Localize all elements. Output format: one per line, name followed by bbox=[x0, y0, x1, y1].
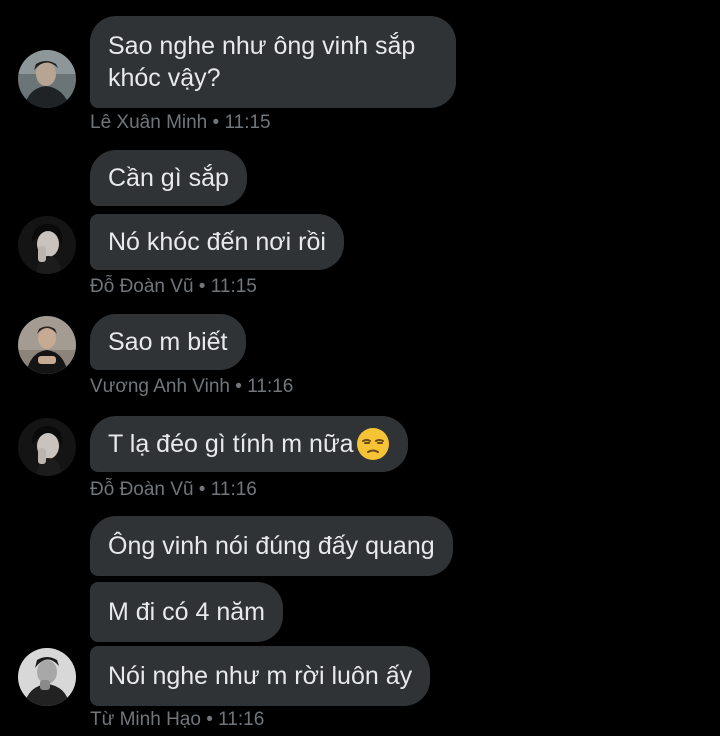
message-bubble[interactable]: Nó khóc đến nơi rồi bbox=[90, 214, 344, 270]
message-bubble[interactable]: T lạ đéo gì tính m nữa bbox=[90, 416, 408, 472]
message-text: T lạ đéo gì tính m nữa bbox=[108, 430, 354, 458]
message-meta: Từ Minh Hạo • 11:16 bbox=[90, 709, 264, 731]
avatar-do-doan-vu[interactable] bbox=[18, 418, 76, 476]
sender-name[interactable]: Đỗ Đoàn Vũ bbox=[90, 479, 194, 500]
message-meta: Vương Anh Vinh • 11:16 bbox=[90, 376, 293, 398]
separator-dot: • bbox=[235, 376, 242, 397]
message-text: Nó khóc đến nơi rồi bbox=[108, 228, 326, 256]
separator-dot: • bbox=[198, 276, 206, 297]
sender-name[interactable]: Từ Minh Hạo bbox=[90, 709, 201, 730]
separator-dot: • bbox=[206, 709, 213, 730]
message-text: Sao nghe như ông vinh sắp khóc vậy? bbox=[108, 32, 416, 92]
message-text: Nói nghe như m rời luôn ấy bbox=[108, 662, 413, 690]
message-bubble[interactable]: Sao m biết bbox=[90, 314, 246, 370]
avatar-le-xuan-minh[interactable] bbox=[18, 50, 76, 108]
timestamp: 11:15 bbox=[224, 112, 271, 133]
timestamp: 11:16 bbox=[210, 479, 257, 500]
timestamp: 11:16 bbox=[218, 709, 265, 730]
message-bubble[interactable]: Cần gì sắp bbox=[90, 150, 247, 206]
message-bubble[interactable]: M đi có 4 năm bbox=[90, 582, 284, 642]
avatar-tu-minh-hao[interactable] bbox=[18, 648, 76, 706]
message-meta: Đỗ Đoàn Vũ • 11:16 bbox=[90, 479, 257, 501]
message-meta: Lê Xuân Minh • 11:15 bbox=[90, 112, 271, 134]
message-text: M đi có 4 năm bbox=[108, 598, 266, 626]
message-meta: Đỗ Đoàn Vũ • 11:15 bbox=[90, 276, 257, 298]
message-bubble[interactable]: Nói nghe như m rời luôn ấy bbox=[90, 646, 431, 706]
message-bubble[interactable]: Ông vinh nói đúng đấy quang bbox=[90, 516, 453, 576]
sender-name[interactable]: Lê Xuân Minh bbox=[90, 112, 207, 133]
message-text: Ông vinh nói đúng đấy quang bbox=[108, 532, 435, 560]
avatar-vuong-anh-vinh[interactable] bbox=[18, 316, 76, 374]
sender-name[interactable]: Vương Anh Vinh bbox=[90, 376, 230, 397]
message-text: Sao m biết bbox=[108, 328, 228, 356]
avatar-do-doan-vu[interactable] bbox=[18, 216, 76, 274]
separator-dot: • bbox=[198, 479, 206, 500]
message-text: Cần gì sắp bbox=[108, 164, 229, 192]
timestamp: 11:16 bbox=[247, 376, 294, 397]
message-bubble[interactable]: Sao nghe như ông vinh sắp khóc vậy? bbox=[90, 16, 456, 108]
timestamp: 11:15 bbox=[210, 276, 257, 297]
unamused-face-icon bbox=[356, 428, 389, 460]
sender-name[interactable]: Đỗ Đoàn Vũ bbox=[90, 276, 194, 297]
separator-dot: • bbox=[212, 112, 220, 133]
